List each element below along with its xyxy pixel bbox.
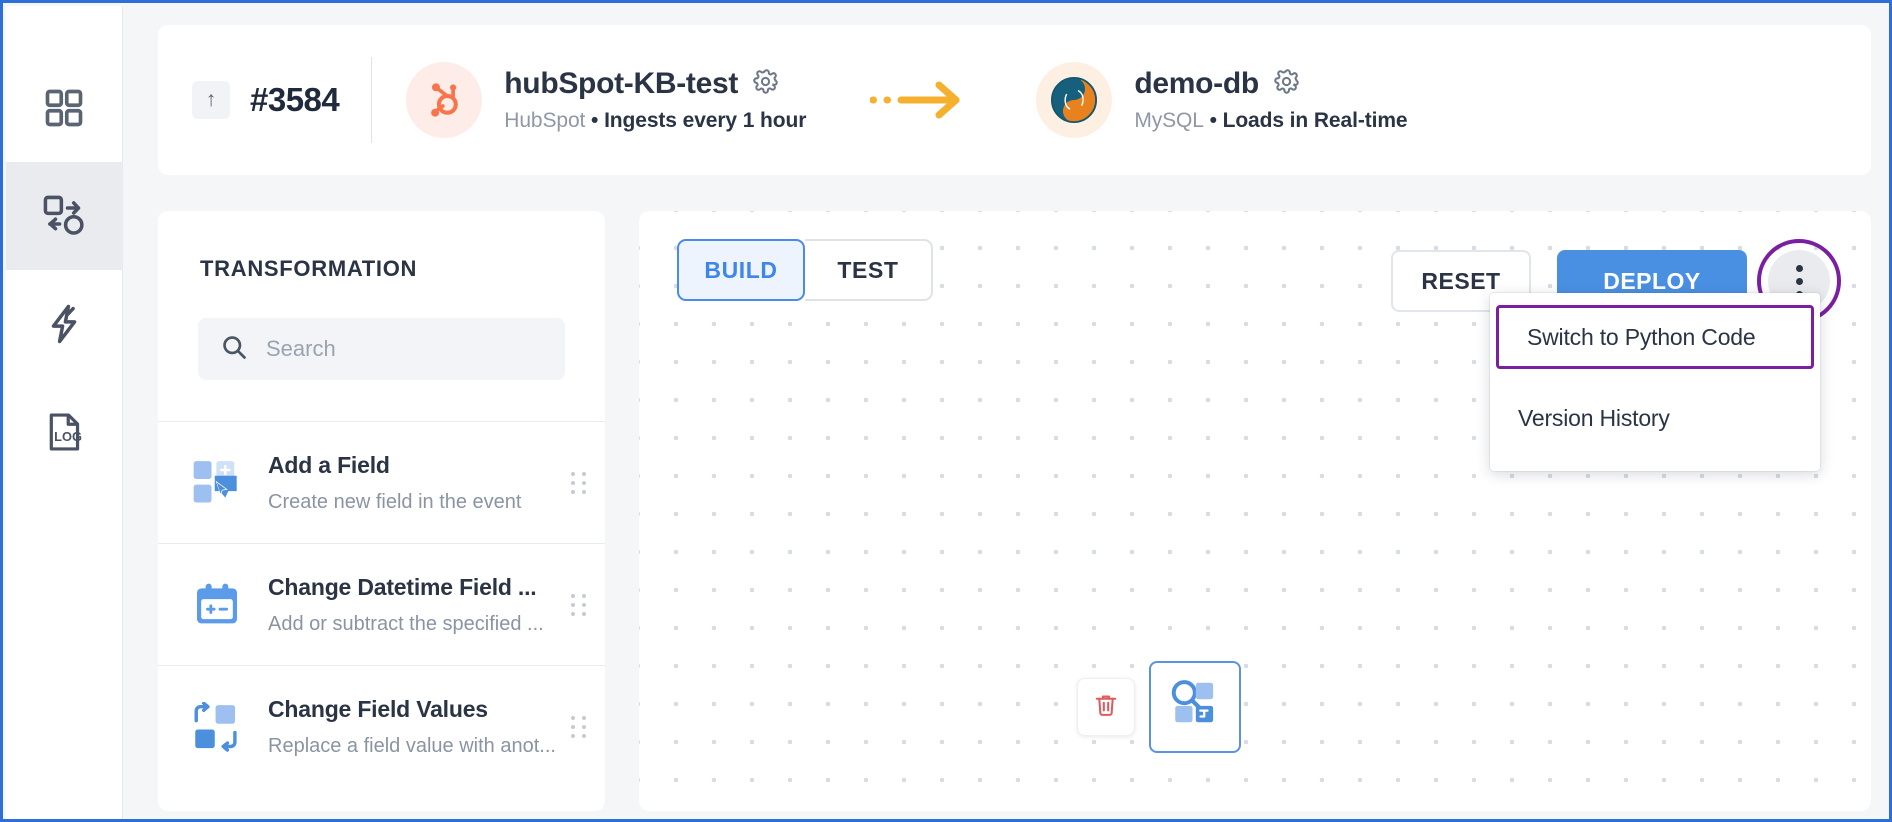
source-sep: • xyxy=(591,109,599,132)
svg-text:LOG: LOG xyxy=(54,429,82,444)
destination-sep: • xyxy=(1209,109,1217,132)
pipeline-header: ↑ #3584 hubSpot-KB-test HubSpot • Ingest… xyxy=(158,25,1871,175)
calendar-plus-minus-icon xyxy=(192,580,258,630)
transformation-panel-title: TRANSFORMATION xyxy=(200,256,418,281)
trash-icon xyxy=(1093,692,1119,723)
tab-build[interactable]: BUILD xyxy=(677,239,805,301)
tab-test-label: TEST xyxy=(837,256,899,283)
sidebar-item-events[interactable] xyxy=(6,270,123,378)
hubspot-logo xyxy=(406,62,483,138)
menu-item-label: Switch to Python Code xyxy=(1527,323,1756,350)
sidebar-item-dashboard[interactable] xyxy=(6,54,123,162)
bolt-icon xyxy=(43,303,85,345)
sidebar-item-logs[interactable]: LOG xyxy=(6,378,123,486)
log-file-icon: LOG xyxy=(42,410,86,454)
swap-values-icon xyxy=(192,701,258,752)
up-arrow-icon: ↑ xyxy=(205,88,217,111)
transformation-name: Change Field Values xyxy=(268,695,488,722)
transformation-description: Create new field in the event xyxy=(268,490,522,513)
app-window: LOG ↑ #3584 hubSpot-KB-test HubSpot • In… xyxy=(0,0,1892,822)
destination-subtitle: MySQL • Loads in Real-time xyxy=(1134,109,1407,133)
list-item[interactable]: Add a Field Create new field in the even… xyxy=(158,421,605,543)
menu-item-version-history[interactable]: Version History xyxy=(1490,387,1820,449)
canvas-node-group xyxy=(1077,661,1241,753)
transformation-description: Add or subtract the specified ... xyxy=(268,612,544,635)
menu-item-label: Version History xyxy=(1518,404,1670,431)
transformation-list: Add a Field Create new field in the even… xyxy=(158,421,605,787)
destination-connector: MySQL xyxy=(1134,109,1204,132)
source-connector: HubSpot xyxy=(504,109,586,132)
drag-handle[interactable] xyxy=(571,593,587,616)
build-test-tabs: BUILD TEST xyxy=(677,239,933,301)
reset-button-label: RESET xyxy=(1421,267,1501,294)
destination-schedule: Loads in Real-time xyxy=(1222,109,1408,132)
transformation-search[interactable] xyxy=(198,318,565,380)
transformation-name: Change Datetime Field ... xyxy=(268,573,537,600)
delete-node-button[interactable] xyxy=(1077,678,1135,736)
source-title: hubSpot-KB-test xyxy=(504,67,739,100)
list-item[interactable]: Change Datetime Field ... Add or subtrac… xyxy=(158,543,605,665)
more-options-menu: Switch to Python Code Version History xyxy=(1490,293,1820,471)
grid-icon xyxy=(42,86,86,130)
deploy-button-label: DEPLOY xyxy=(1603,267,1701,294)
menu-item-switch-to-python-code[interactable]: Switch to Python Code xyxy=(1496,305,1814,369)
list-item[interactable]: Change Field Values Replace a field valu… xyxy=(158,665,605,787)
source-node[interactable]: hubSpot-KB-test HubSpot • Ingests every … xyxy=(406,62,806,138)
pipeline-id: #3584 xyxy=(250,81,340,118)
source-settings-gear-icon[interactable] xyxy=(752,68,779,100)
transformation-node[interactable] xyxy=(1149,661,1241,753)
build-canvas[interactable]: BUILD TEST RESET DEPLOY Switch to Python… xyxy=(639,211,1871,811)
add-field-icon xyxy=(192,458,258,508)
destination-settings-gear-icon[interactable] xyxy=(1273,68,1300,100)
left-nav-rail: LOG xyxy=(5,6,123,819)
transformation-name: Add a Field xyxy=(268,451,390,478)
transform-icon xyxy=(41,193,87,239)
header-divider xyxy=(371,57,373,143)
sidebar-item-pipelines[interactable] xyxy=(5,162,123,270)
drag-handle[interactable] xyxy=(571,715,587,738)
transformation-description: Replace a field value with anot... xyxy=(268,734,556,757)
search-icon xyxy=(220,333,248,366)
mysql-dolphin-logo xyxy=(1036,62,1113,138)
inspect-field-icon xyxy=(1167,678,1223,737)
destination-node[interactable]: demo-db MySQL • Loads in Real-time xyxy=(1036,62,1408,138)
source-subtitle: HubSpot • Ingests every 1 hour xyxy=(504,109,806,133)
flow-arrow-icon xyxy=(870,77,972,123)
drag-handle[interactable] xyxy=(571,471,587,494)
tab-test[interactable]: TEST xyxy=(805,239,933,301)
destination-title: demo-db xyxy=(1134,67,1259,100)
tab-build-label: BUILD xyxy=(704,256,778,283)
search-input[interactable] xyxy=(266,336,516,362)
source-schedule: Ingests every 1 hour xyxy=(604,109,807,132)
transformation-panel: TRANSFORMATION Search Add a Field Create… xyxy=(158,211,605,811)
pipeline-direction-badge: ↑ xyxy=(192,81,230,119)
